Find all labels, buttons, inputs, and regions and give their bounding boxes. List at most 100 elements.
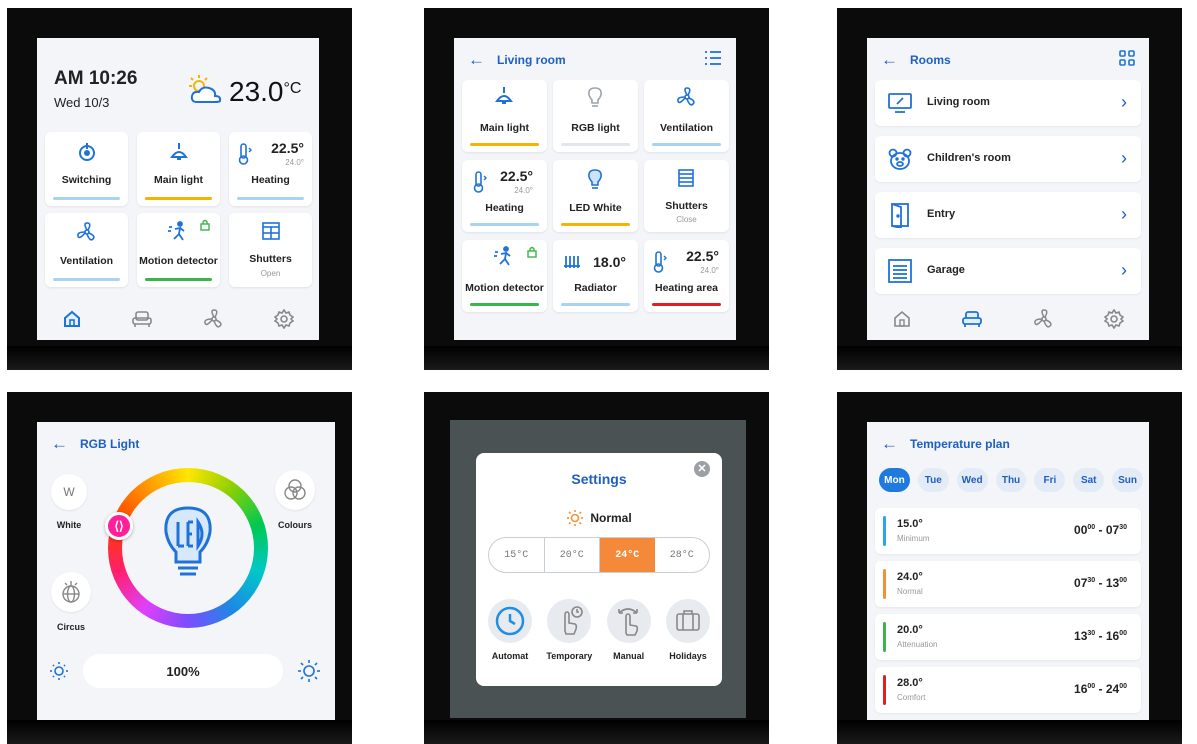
back-arrow-icon[interactable]: ← [51,434,68,454]
color-wheel-handle[interactable]: ⟨⟩ [105,512,133,540]
tile-status-text: Open [260,269,281,278]
schedule-row[interactable]: 28.0° Comfort 1600 - 2400 [875,667,1141,713]
colours-mode-button[interactable] [275,470,315,510]
fan-icon[interactable] [203,308,225,330]
day-tab[interactable]: Tue [917,468,949,492]
grid-view-icon[interactable] [1119,50,1135,66]
tile-ventilation[interactable]: Ventilation [45,213,128,287]
brightness-track[interactable]: 100% [83,654,283,688]
tv-icon [888,93,912,113]
clock-date: Wed 10/3 [54,95,110,110]
bulb-icon [588,87,602,107]
brightness-high-icon[interactable] [297,659,321,683]
room-row-garage[interactable]: Garage › [875,248,1141,294]
back-arrow-icon[interactable]: ← [881,434,898,454]
gear-icon[interactable] [274,309,295,329]
room-label: Children's room [927,152,1011,164]
tile-label: Shutters [249,253,292,265]
day-tab[interactable]: Sun [1112,468,1144,492]
shutters-icon [262,222,280,240]
sofa-icon[interactable] [961,309,983,329]
tile-temp-value: 22.5° [500,168,533,184]
list-view-icon[interactable] [704,50,722,66]
panel-rooms: ← Rooms Living room › Children's room › E… [837,8,1182,370]
schedule-time: 1330 - 1600 [1074,629,1127,643]
circus-mode-button[interactable] [51,572,91,612]
schedule-time: 0000 - 0730 [1074,523,1127,537]
tile-shutters[interactable]: Shutters Open [229,213,312,287]
day-tab[interactable]: Wed [956,468,988,492]
tile-heating-area[interactable]: 22.5° 24.0° Heating area [644,240,729,312]
white-letter: W [63,485,75,499]
home-icon[interactable] [892,309,912,329]
schedule-color-bar [883,675,886,705]
fan-icon[interactable] [1033,308,1055,330]
mode-label: Temporary [546,651,593,661]
white-mode-button[interactable]: W [51,474,87,510]
tile-main-light[interactable]: Main light [137,132,220,206]
panel-temperature-plan: ← Temperature plan Mon Tue Wed Thu Fri Sa… [837,392,1182,744]
chevron-right-icon: › [1121,204,1127,224]
mode-manual[interactable]: Manual [601,599,657,661]
room-row-living-room[interactable]: Living room › [875,80,1141,126]
tile-led-white[interactable]: LED White [553,160,638,232]
tile-label: Heating [251,174,290,186]
day-tab[interactable]: Fri [1034,468,1066,492]
tile-rgb-light[interactable]: RGB light [553,80,638,152]
mode-automat[interactable]: Automat [482,599,538,661]
brightness-slider[interactable]: 100% [49,654,323,688]
living-room-screen: ← Living room Main light RGB light Ventil… [454,38,736,340]
schedule-temp: 24.0° [897,571,923,583]
mode-label: Automat [491,651,529,661]
tile-ventilation[interactable]: Ventilation [644,80,729,152]
home-icon[interactable] [62,309,82,329]
day-tab-selected[interactable]: Mon [879,468,910,492]
sun-icon [567,510,584,526]
back-arrow-icon[interactable]: ← [468,50,485,70]
temp-option-selected[interactable]: 24°C [600,538,655,572]
tile-motion-detector[interactable]: Motion detector [462,240,547,312]
rgb-light-screen: ← RGB Light W White Colours Circus ⟨⟩ 100… [37,422,335,722]
schedule-temp: 28.0° [897,677,923,689]
tile-shutters[interactable]: Shutters Close [644,160,729,232]
bottom-nav [37,304,319,334]
room-label: Living room [927,96,990,108]
back-arrow-icon[interactable]: ← [881,50,898,70]
color-wheel[interactable] [108,468,268,628]
temp-option[interactable]: 15°C [489,538,545,572]
bottom-nav [867,304,1149,334]
panel-home: AM 10:26 Wed 10/3 23.0°C Switching Main … [7,8,352,370]
room-row-childrens-room[interactable]: Children's room › [875,136,1141,182]
tile-radiator[interactable]: 18.0° Radiator [553,240,638,312]
colours-label: Colours [277,520,312,530]
teddy-bear-icon [888,148,912,170]
tile-switching[interactable]: Switching [45,132,128,206]
temp-option[interactable]: 28°C [655,538,710,572]
room-row-entry[interactable]: Entry › [875,192,1141,238]
tile-main-light[interactable]: Main light [462,80,547,152]
screen-header: ← Living room [468,50,566,70]
brightness-low-icon[interactable] [49,661,69,681]
tile-heating[interactable]: 22.5° 24.0° Heating [462,160,547,232]
sofa-icon[interactable] [131,309,153,329]
gear-icon[interactable] [1104,309,1125,329]
mode-holidays[interactable]: Holidays [660,599,716,661]
schedule-color-bar [883,622,886,652]
day-tab[interactable]: Sat [1073,468,1105,492]
schedule-row[interactable]: 20.0° Attenuation 1330 - 1600 [875,614,1141,660]
tile-temp-value: 18.0° [593,254,626,270]
schedule-time: 1600 - 2400 [1074,682,1127,696]
temp-option[interactable]: 20°C [545,538,600,572]
tile-motion-detector[interactable]: Motion detector [137,213,220,287]
tile-heating[interactable]: 22.5° 24.0° Heating [229,132,312,206]
schedule-temp: 20.0° [897,624,923,636]
schedule-row[interactable]: 15.0° Minimum 0000 - 0730 [875,508,1141,554]
tile-label: Shutters [665,200,708,212]
white-label: White [56,520,82,530]
tile-temp-value: 22.5° [686,248,719,264]
schedule-row[interactable]: 24.0° Normal 0730 - 1300 [875,561,1141,607]
clock-icon [488,599,532,643]
close-icon[interactable]: ✕ [694,461,710,477]
day-tab[interactable]: Thu [995,468,1027,492]
mode-temporary[interactable]: Temporary [541,599,597,661]
